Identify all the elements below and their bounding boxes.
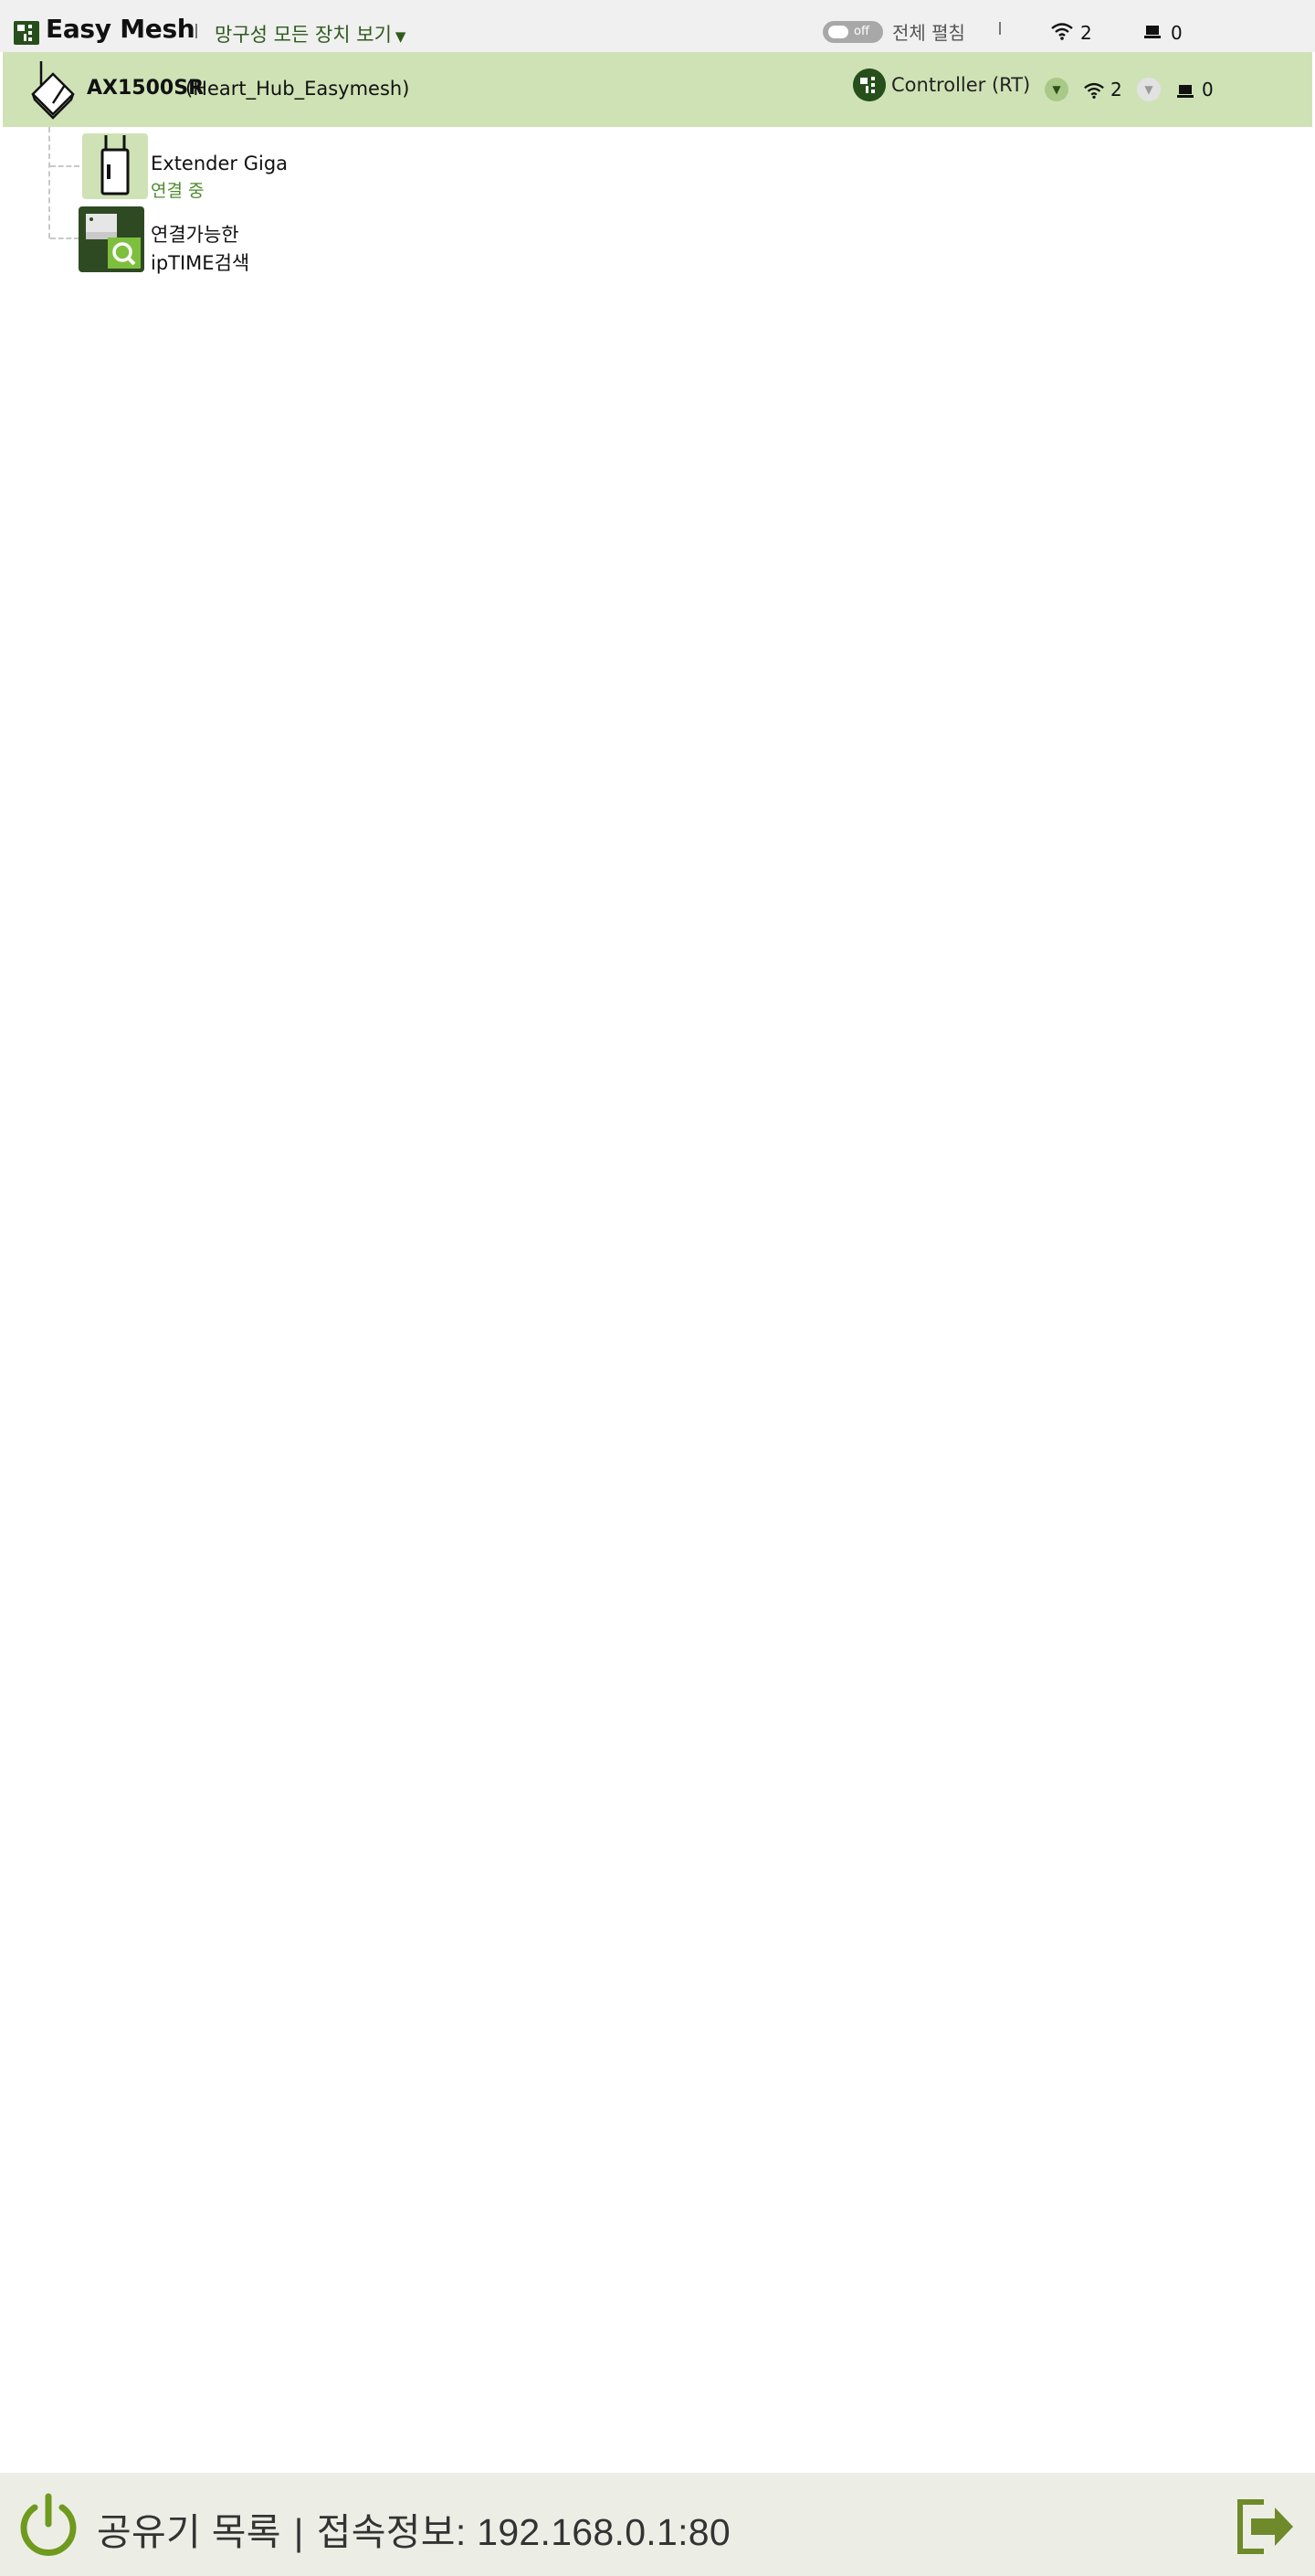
- extender-name: Extender Giga: [151, 153, 289, 174]
- view-mode-dropdown[interactable]: 망구성 모든 장치 보기 ▼: [215, 20, 405, 48]
- divider: [195, 24, 197, 38]
- router-ssid: (Heart_Hub_Easymesh): [185, 78, 410, 100]
- footer-separator: |: [293, 2511, 304, 2553]
- wired-expand-button[interactable]: ▼: [1137, 78, 1161, 101]
- wireless-count: 2: [1080, 22, 1092, 44]
- wifi-icon: [1051, 23, 1073, 40]
- ethernet-icon: [1144, 26, 1161, 38]
- tree-connector: [50, 238, 79, 239]
- footer-info: 공유기 목록 | 접속정보: 192.168.0.1:80: [97, 2501, 731, 2556]
- access-info: 접속정보: 192.168.0.1:80: [316, 2511, 731, 2553]
- power-icon[interactable]: [16, 2491, 80, 2557]
- divider: [999, 22, 1001, 35]
- extender-icon: [100, 135, 130, 195]
- router-icon: [31, 61, 75, 120]
- wifi-icon: [1084, 82, 1104, 100]
- extender-status: 연결 중: [151, 181, 205, 201]
- controller-wired-count: 0: [1202, 79, 1214, 100]
- logout-icon[interactable]: [1235, 2497, 1297, 2557]
- wireless-expand-button[interactable]: ▼: [1045, 78, 1068, 101]
- view-mode-label: 망구성 모든 장치 보기: [215, 24, 392, 46]
- controller-row[interactable]: AX1500SR (Heart_Hub_Easymesh) Controller…: [3, 52, 1312, 127]
- search-label-line1: 연결가능한: [151, 224, 239, 246]
- tree-connector: [50, 165, 79, 167]
- mesh-logo-icon: [14, 21, 39, 45]
- caret-down-icon: ▼: [394, 28, 406, 45]
- footer-bar: 공유기 목록 | 접속정보: 192.168.0.1:80: [0, 2473, 1315, 2576]
- app-title: Easy Mesh: [46, 14, 195, 44]
- ethernet-icon: [1177, 85, 1194, 98]
- top-header: Easy Mesh 망구성 모든 장치 보기 ▼ off 전체 펼침 2 0: [0, 0, 1315, 52]
- search-label-line2: ipTIME검색: [151, 252, 250, 274]
- expand-all-toggle[interactable]: off: [823, 21, 883, 43]
- search-iptime-button[interactable]: [79, 206, 144, 272]
- toggle-knob: [828, 26, 848, 38]
- tree-connector: [48, 127, 50, 238]
- search-icon: [86, 214, 141, 269]
- controller-role-icon: [853, 69, 886, 101]
- controller-role-label: Controller (RT): [891, 74, 1031, 96]
- controller-wireless-count: 2: [1110, 79, 1122, 100]
- wired-count: 0: [1171, 22, 1183, 44]
- toggle-state-label: off: [854, 25, 869, 38]
- expand-all-label: 전체 펼침: [892, 22, 965, 44]
- extender-node[interactable]: [82, 133, 148, 199]
- router-list-link[interactable]: 공유기 목록: [97, 2511, 281, 2553]
